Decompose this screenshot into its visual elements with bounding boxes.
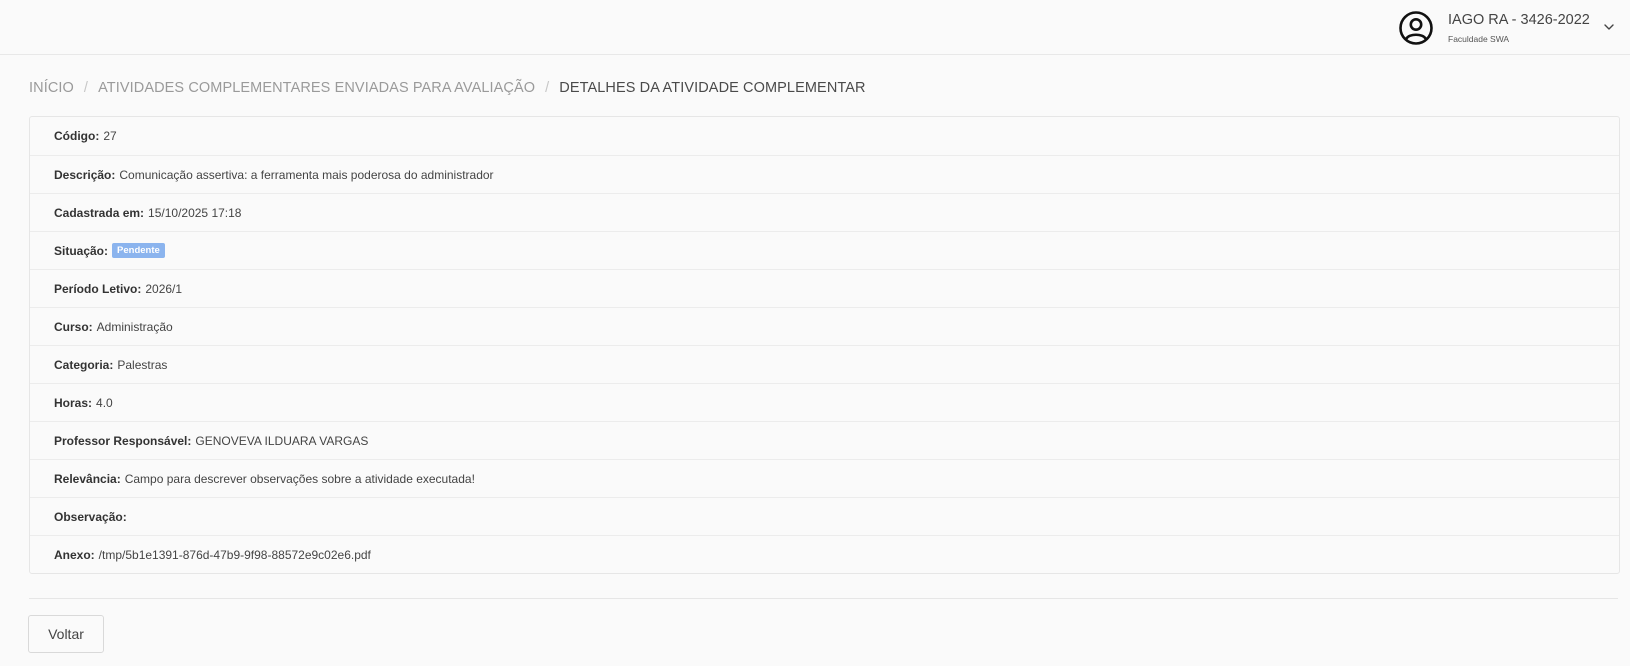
breadcrumb-current: DETALHES DA ATIVIDADE COMPLEMENTAR xyxy=(559,80,866,96)
detail-label: Curso: xyxy=(54,319,93,334)
breadcrumb: INÍCIO / ATIVIDADES COMPLEMENTARES ENVIA… xyxy=(29,80,866,96)
detail-label: Observação: xyxy=(54,509,127,524)
breadcrumb-separator: / xyxy=(83,80,89,96)
user-circle-icon xyxy=(1399,11,1433,45)
detail-row-relevancia: Relevância: Campo para descrever observa… xyxy=(30,459,1619,497)
breadcrumb-separator: / xyxy=(545,80,550,96)
detail-value: Palestras xyxy=(117,357,168,372)
activity-details-card: Código: 27 Descrição: Comunicação assert… xyxy=(29,116,1620,574)
detail-value: Comunicação assertiva: a ferramenta mais… xyxy=(119,167,494,182)
detail-label: Relevância: xyxy=(54,471,121,486)
detail-label: Código: xyxy=(54,129,100,143)
detail-value: Campo para descrever observações sobre a… xyxy=(124,471,475,486)
breadcrumb-home[interactable]: INÍCIO xyxy=(29,80,74,96)
detail-label: Cadastrada em: xyxy=(54,205,145,220)
detail-value: 4.0 xyxy=(96,395,113,410)
detail-label: Categoria: xyxy=(54,357,114,372)
detail-row-categoria: Categoria: Palestras xyxy=(30,345,1619,383)
detail-row-situacao: Situação: Pendente xyxy=(30,231,1619,269)
breadcrumb-activities-list[interactable]: ATIVIDADES COMPLEMENTARES ENVIADAS PARA … xyxy=(98,80,535,96)
detail-label: Horas: xyxy=(54,395,93,410)
detail-row-periodo-letivo: Período Letivo: 2026/1 xyxy=(30,269,1619,307)
status-badge: Pendente xyxy=(112,243,165,258)
detail-row-horas: Horas: 4.0 xyxy=(30,383,1619,421)
detail-label: Situação: xyxy=(54,243,109,258)
detail-row-codigo: Código: 27 xyxy=(30,117,1619,155)
detail-label: Período Letivo: xyxy=(54,281,142,296)
detail-value: Administração xyxy=(96,319,173,334)
detail-label: Descrição: xyxy=(54,167,116,182)
user-organization: Faculdade SWA xyxy=(1448,33,1510,44)
detail-row-anexo: Anexo: /tmp/5b1e1391-876d-47b9-9f98-8857… xyxy=(30,535,1619,573)
detail-row-curso: Curso: Administração xyxy=(30,307,1619,345)
detail-row-descricao: Descrição: Comunicação assertiva: a ferr… xyxy=(30,155,1619,193)
detail-label: Anexo: xyxy=(54,547,95,562)
detail-label: Professor Responsável: xyxy=(54,433,192,448)
user-info: IAGO RA - 3426-2022 Faculdade SWA xyxy=(1448,13,1590,43)
detail-value: GENOVEVA ILDUARA VARGAS xyxy=(195,433,369,448)
detail-value: 15/10/2025 17:18 xyxy=(148,205,242,220)
top-navbar: IAGO RA - 3426-2022 Faculdade SWA xyxy=(0,0,1630,55)
section-divider xyxy=(29,598,1618,599)
attachment-path: /tmp/5b1e1391-876d-47b9-9f98-88572e9c02e… xyxy=(98,547,371,562)
user-name: IAGO RA - 3426-2022 xyxy=(1448,12,1590,28)
detail-value: 2026/1 xyxy=(145,281,183,296)
detail-row-observacao: Observação: xyxy=(30,497,1619,535)
chevron-down-icon[interactable] xyxy=(1602,20,1616,34)
detail-row-professor: Professor Responsável: GENOVEVA ILDUARA … xyxy=(30,421,1619,459)
detail-row-cadastrada-em: Cadastrada em: 15/10/2025 17:18 xyxy=(30,193,1619,231)
user-menu[interactable]: IAGO RA - 3426-2022 Faculdade SWA xyxy=(1398,8,1590,48)
detail-value: 27 xyxy=(103,129,117,143)
back-button[interactable]: Voltar xyxy=(28,615,104,653)
